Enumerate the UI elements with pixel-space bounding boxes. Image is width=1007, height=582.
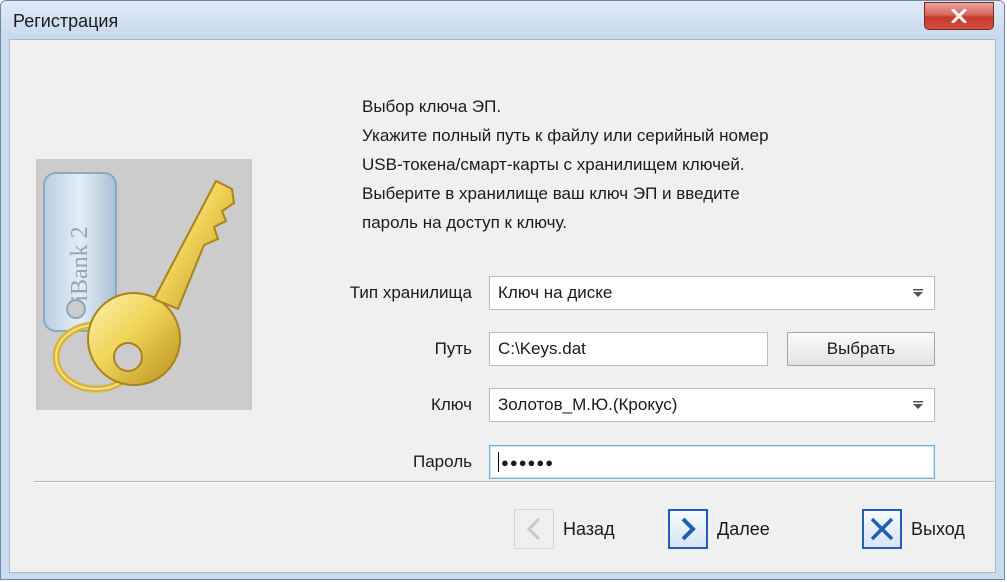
- instruction-line: Выберите в хранилище ваш ключ ЭП и введи…: [362, 184, 740, 203]
- back-button[interactable]: Назад: [514, 507, 615, 551]
- chevron-left-icon: [526, 517, 541, 541]
- dialog-content: iBank 2 Выбор ключа ЭП. Укажите полный п…: [9, 39, 996, 573]
- close-icon: [951, 9, 967, 23]
- key-select[interactable]: Золотов_М.Ю.(Крокус): [489, 388, 935, 422]
- path-label: Путь: [434, 339, 472, 358]
- instruction-line: USB-токена/смарт-карты с хранилищем ключ…: [362, 155, 745, 174]
- separator: [34, 481, 994, 483]
- dropdown-arrow-icon[interactable]: [906, 393, 930, 417]
- key-value: Золотов_М.Ю.(Крокус): [498, 395, 678, 414]
- password-input[interactable]: ●●●●●●: [489, 445, 935, 479]
- next-button[interactable]: Далее: [668, 507, 770, 551]
- registration-window: Регистрация iBank 2 Выбор ключа ЭП. Укаж…: [0, 0, 1005, 580]
- close-x-icon: [870, 517, 894, 541]
- back-label: Назад: [563, 518, 615, 539]
- path-value: C:\Keys.dat: [498, 339, 586, 358]
- key-label: Ключ: [430, 395, 472, 414]
- password-value: ●●●●●●: [501, 454, 555, 470]
- window-title: Регистрация: [13, 11, 119, 31]
- dropdown-arrow-icon[interactable]: [906, 281, 930, 305]
- browse-button[interactable]: Выбрать: [787, 332, 935, 366]
- instruction-line: Выбор ключа ЭП.: [362, 97, 502, 116]
- storage-type-label: Тип хранилища: [349, 283, 472, 302]
- ibank-key-image: iBank 2: [36, 159, 252, 410]
- password-caret: [498, 452, 499, 472]
- storage-type-value: Ключ на диске: [498, 283, 613, 302]
- back-icon-box: [514, 509, 554, 549]
- chevron-right-icon: [681, 517, 696, 541]
- storage-type-select[interactable]: Ключ на диске: [489, 276, 935, 310]
- ibank-tag-label: iBank 2: [66, 226, 93, 302]
- exit-label: Выход: [911, 518, 965, 539]
- title-bar[interactable]: Регистрация: [1, 1, 1004, 39]
- close-button[interactable]: [924, 2, 994, 30]
- instruction-line: Укажите полный путь к файлу или серийный…: [362, 126, 769, 145]
- next-label: Далее: [717, 518, 770, 539]
- instructions-text: Выбор ключа ЭП. Укажите полный путь к фа…: [362, 92, 962, 237]
- path-input[interactable]: C:\Keys.dat: [489, 332, 768, 366]
- exit-icon-box: [862, 509, 902, 549]
- password-label: Пароль: [413, 452, 472, 471]
- exit-button[interactable]: Выход: [862, 507, 965, 551]
- instruction-line: пароль на доступ к ключу.: [362, 213, 568, 232]
- next-icon-box: [668, 509, 708, 549]
